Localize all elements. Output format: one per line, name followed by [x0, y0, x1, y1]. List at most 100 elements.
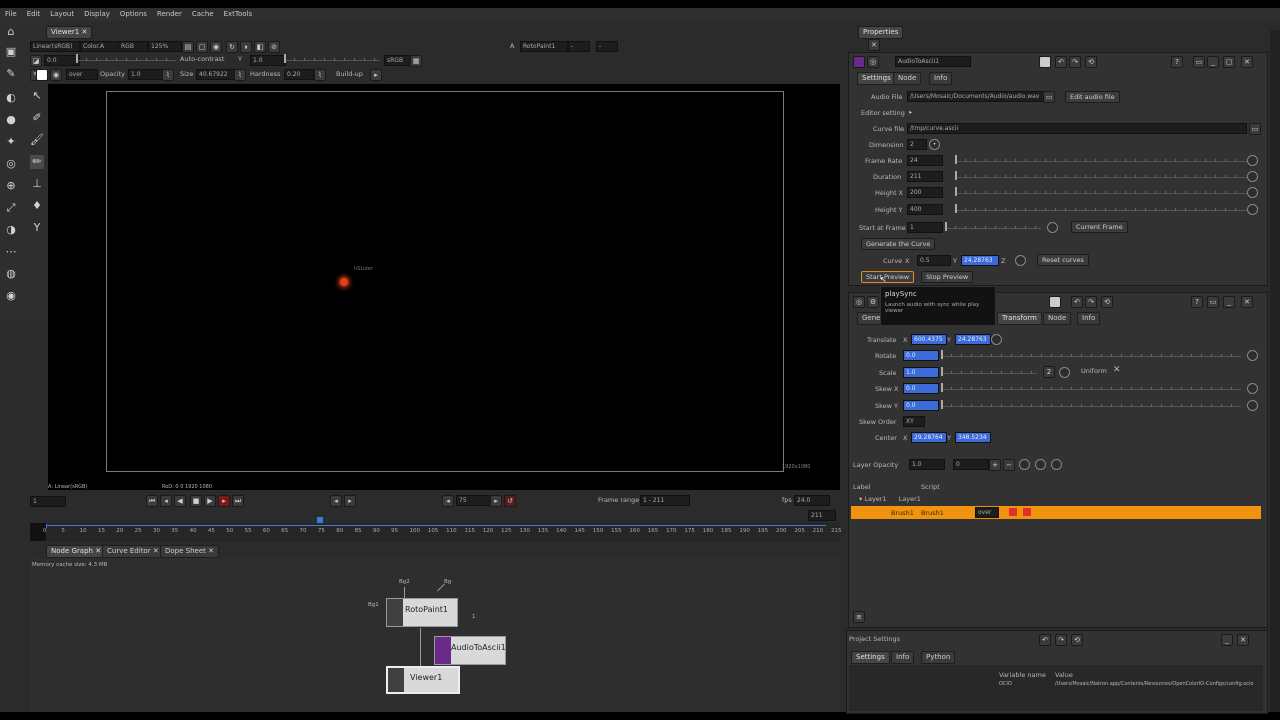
translate-x-field[interactable]: 600.4375: [911, 334, 947, 345]
tab-transform[interactable]: Transform: [997, 312, 1042, 325]
tab-properties[interactable]: Properties: [858, 26, 904, 39]
current-frame-button[interactable]: Current Frame: [1071, 221, 1128, 233]
menu-layout[interactable]: Layout: [45, 8, 79, 21]
viewer-canvas[interactable]: hSLider 1920x1080: [48, 84, 840, 490]
brush-mode-select[interactable]: over: [66, 69, 98, 80]
rotate-slider[interactable]: [941, 349, 1241, 360]
refresh-icon[interactable]: ↻: [226, 41, 238, 53]
translate-anim-icon[interactable]: [991, 334, 1002, 345]
node-graph-canvas[interactable]: Memory cache size: 4.3 MB Bg2 Bg Bg1 Rot…: [30, 558, 840, 712]
node-color-icon[interactable]: [853, 56, 865, 68]
tab-roto-node[interactable]: Node: [1043, 312, 1072, 325]
tab-project-settings[interactable]: Settings: [851, 651, 890, 664]
redo-icon[interactable]: ↷: [1069, 56, 1081, 68]
start-preview-button[interactable]: Start Preview: [861, 271, 915, 283]
reset-curves-button[interactable]: Reset curves: [1037, 254, 1089, 266]
gain-icon[interactable]: ◪: [30, 55, 42, 67]
right-scrollbar[interactable]: [1270, 30, 1280, 712]
generate-curve-button[interactable]: Generate the Curve: [861, 238, 936, 250]
tab-curve-editor[interactable]: Curve Editor ✕: [102, 545, 164, 558]
project-undo-icon[interactable]: ↶: [1039, 634, 1051, 646]
center-x-field[interactable]: 29.28764: [911, 432, 947, 443]
last-frame-icon[interactable]: ⏭: [232, 495, 244, 507]
menu-file[interactable]: File: [0, 8, 22, 21]
maximize-icon[interactable]: ▢: [1223, 56, 1235, 68]
pressure-size-icon[interactable]: ⌇: [234, 69, 246, 81]
gmic-icon[interactable]: ◍: [4, 267, 18, 281]
layer-icon-a[interactable]: [1019, 459, 1030, 470]
size-field[interactable]: 40.67922: [196, 69, 236, 80]
dimension-link-icon[interactable]: •: [929, 139, 940, 150]
minimize-icon[interactable]: _: [1207, 56, 1219, 68]
node-rotopaint[interactable]: RotoPaint1: [386, 598, 458, 627]
dodge-icon[interactable]: Y: [30, 221, 44, 235]
home-icon[interactable]: ⌂: [4, 25, 18, 39]
overlay-color-icon[interactable]: [1039, 56, 1051, 68]
prev-frame-icon[interactable]: ◂: [160, 495, 172, 507]
first-frame-icon[interactable]: ⏮: [146, 495, 158, 507]
remove-layer-icon[interactable]: −: [1003, 459, 1015, 471]
scale-anim-icon[interactable]: [1059, 367, 1070, 378]
skew-order-select[interactable]: XY: [903, 416, 925, 427]
zoom-select[interactable]: 125%: [148, 41, 182, 52]
srgb-select[interactable]: sRGB: [384, 55, 412, 66]
roi-icon[interactable]: ▢: [196, 41, 208, 53]
menu-cache[interactable]: Cache: [187, 8, 219, 21]
project-redo-icon[interactable]: ↷: [1055, 634, 1067, 646]
node-audiotoascii[interactable]: AudioToAscii1: [434, 636, 506, 665]
brush-overlay-color[interactable]: [1009, 508, 1017, 516]
curve-anim-icon[interactable]: [1015, 255, 1026, 266]
scale-field[interactable]: 1.0: [903, 367, 939, 378]
playhead-marker[interactable]: [317, 517, 323, 523]
fps-field[interactable]: 24.0: [794, 495, 830, 506]
color-icon[interactable]: ●: [4, 113, 18, 127]
stop-preview-button[interactable]: Stop Preview: [921, 271, 974, 283]
opacity-field[interactable]: 1.0: [128, 69, 164, 80]
restore-defaults-icon[interactable]: ⟲: [1085, 56, 1097, 68]
tab-roto-info[interactable]: Info: [1077, 312, 1101, 325]
layers-menu-icon[interactable]: ≡: [853, 611, 865, 623]
other-icon[interactable]: ⋯: [4, 245, 18, 259]
layer-icon-b[interactable]: [1035, 459, 1046, 470]
play-forward-icon[interactable]: ▶: [204, 495, 216, 507]
scale-slider[interactable]: [941, 366, 1037, 377]
height-y-anim-icon[interactable]: [1247, 204, 1258, 215]
project-restore-icon[interactable]: ⟲: [1071, 634, 1083, 646]
menu-display[interactable]: Display: [79, 8, 115, 21]
tab-node[interactable]: Node: [893, 72, 922, 85]
roto-center-icon[interactable]: ◎: [853, 296, 865, 308]
roto-settings-icon[interactable]: ⚙: [867, 296, 879, 308]
pressure-opacity-icon[interactable]: ⌇: [162, 69, 174, 81]
views-icon[interactable]: ◑: [4, 223, 18, 237]
start-frame-field[interactable]: 1: [907, 222, 943, 233]
menu-exttools[interactable]: ExtTools: [219, 8, 258, 21]
skewx-field[interactable]: 0.0: [903, 383, 939, 394]
close-properties-icon[interactable]: ✕: [868, 39, 880, 51]
frame-rate-slider[interactable]: [955, 154, 1247, 165]
roto-color-icon[interactable]: [1049, 296, 1061, 308]
duration-slider[interactable]: [955, 170, 1247, 181]
uniform-checkbox[interactable]: ✕: [1113, 365, 1121, 375]
start-frame-anim-icon[interactable]: [1047, 222, 1058, 233]
frame-rate-field[interactable]: 24: [907, 155, 943, 166]
curve-folder-icon[interactable]: ▭: [1249, 123, 1261, 135]
input-mode-select[interactable]: -: [568, 41, 590, 52]
blur-icon[interactable]: ♦: [30, 199, 44, 213]
rotate-field[interactable]: 0.0: [903, 350, 939, 361]
tab-dope-sheet[interactable]: Dope Sheet ✕: [160, 545, 219, 558]
channel-select[interactable]: RGB: [118, 41, 148, 52]
tab-settings[interactable]: Settings: [857, 72, 896, 85]
help-icon[interactable]: ?: [1171, 56, 1183, 68]
gain-slider[interactable]: [76, 53, 176, 64]
skewx-anim-icon[interactable]: [1247, 383, 1258, 394]
brush-color[interactable]: [1023, 508, 1031, 516]
skewy-field[interactable]: 0.0: [903, 400, 939, 411]
brush-point[interactable]: [340, 278, 348, 286]
frame-range-field[interactable]: 1 - 211: [640, 495, 690, 506]
next-keyframe-icon[interactable]: ▸: [344, 495, 356, 507]
image-icon[interactable]: ▣: [4, 45, 18, 59]
center-y-field[interactable]: 348.5234: [955, 432, 991, 443]
roto-restore-icon[interactable]: ⟲: [1101, 296, 1113, 308]
checker-icon[interactable]: ▦: [410, 55, 422, 67]
bezier-icon[interactable]: ✐: [30, 111, 44, 125]
